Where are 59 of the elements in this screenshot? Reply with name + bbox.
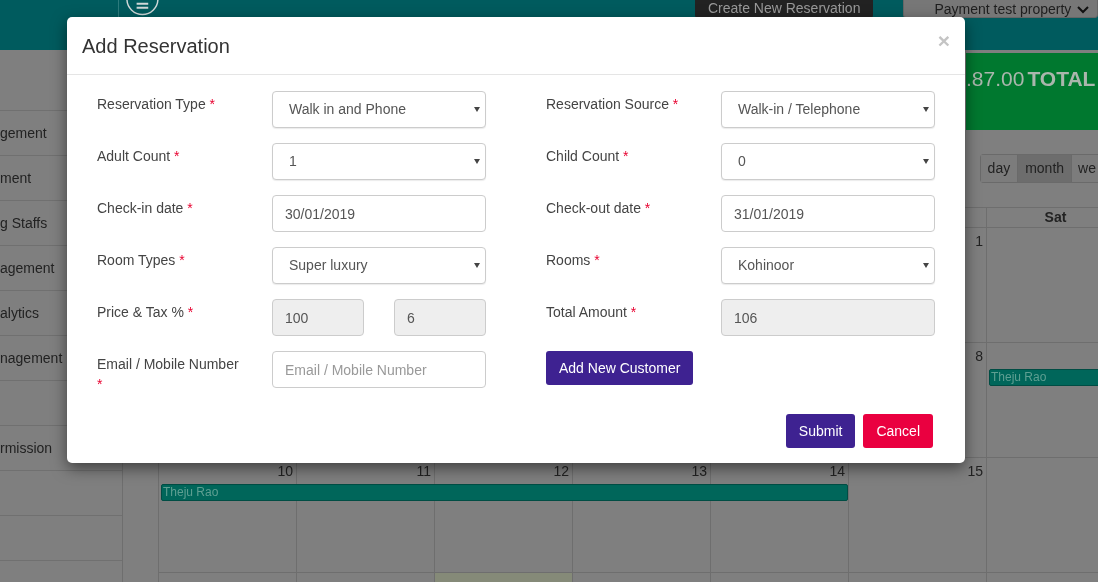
field-label: Adult Count * [97,147,181,166]
sidebar-item[interactable]: rmission [0,437,53,459]
day-number: 10 [277,462,293,481]
add-customer-button[interactable]: Add New Customer [546,351,694,385]
select-value: 0 [738,152,746,171]
field-label: Email / Mobile Number * [97,355,240,394]
select-value: Walk in and Phone [289,100,406,119]
caret-icon [923,263,929,268]
select-value: Walk-in / Telephone [738,100,861,119]
field-label: Total Amount * [546,303,638,322]
field-label: Reservation Source * [546,95,680,114]
field-label: Price & Tax % * [97,303,195,322]
input-field[interactable]: 30/01/2019 [272,195,486,232]
select-value: Kohinoor [738,256,795,275]
select-field[interactable]: Super luxury [272,247,486,284]
select-field[interactable]: 1 [272,143,486,180]
select-field[interactable]: Kohinoor [721,247,935,284]
select-field[interactable]: Walk in and Phone [272,91,486,128]
field-label: Check-out date * [546,199,652,218]
input-field[interactable]: 31/01/2019 [721,195,935,232]
field-label: Room Types * [97,251,186,270]
caret-icon [474,159,480,164]
total-amount: .87.00 [966,66,1025,92]
view-button[interactable]: month [1018,155,1073,182]
sidebar-item[interactable]: alytics [0,302,39,324]
weekday-header: Sat [1044,208,1067,227]
select-value: 1 [289,152,297,171]
input-field[interactable]: Email / Mobile Number [272,351,486,388]
sidebar-item[interactable]: ment [0,167,32,189]
property-select[interactable]: Payment test property [903,0,1098,18]
caret-icon [474,107,480,112]
sidebar-item[interactable]: agement [0,257,55,279]
day-number: 12 [553,462,569,481]
day-number: 1 [975,232,983,251]
cancel-button[interactable]: Cancel [863,414,933,448]
select-value: Super luxury [289,256,368,275]
modal-title: Add Reservation [82,33,230,59]
caret-icon [474,263,480,268]
total-label: TOTAL [1027,66,1096,92]
day-number: 8 [975,347,983,366]
sidebar-item[interactable]: nagement [0,347,63,369]
sidebar-item[interactable]: gement [0,122,47,144]
field-label: Rooms * [546,251,601,270]
view-button[interactable]: day [980,155,1019,182]
chevron-icon [1077,5,1090,14]
day-number: 15 [967,462,983,481]
field-label: Check-in date * [97,199,194,218]
field-label: Child Count * [546,147,630,166]
day-number: 11 [416,462,431,481]
caret-icon [923,107,929,112]
select-field[interactable]: 0 [721,143,935,180]
submit-button[interactable]: Submit [785,414,856,448]
day-number: 13 [691,462,707,481]
select-field[interactable]: Walk-in / Telephone [721,91,935,128]
caret-icon [923,159,929,164]
sidebar-item[interactable]: g Staffs [0,212,48,234]
day-number: 14 [829,462,845,481]
field-label: Reservation Type * [97,95,217,114]
create-reservation-button[interactable]: Create New Reservation [694,0,874,18]
